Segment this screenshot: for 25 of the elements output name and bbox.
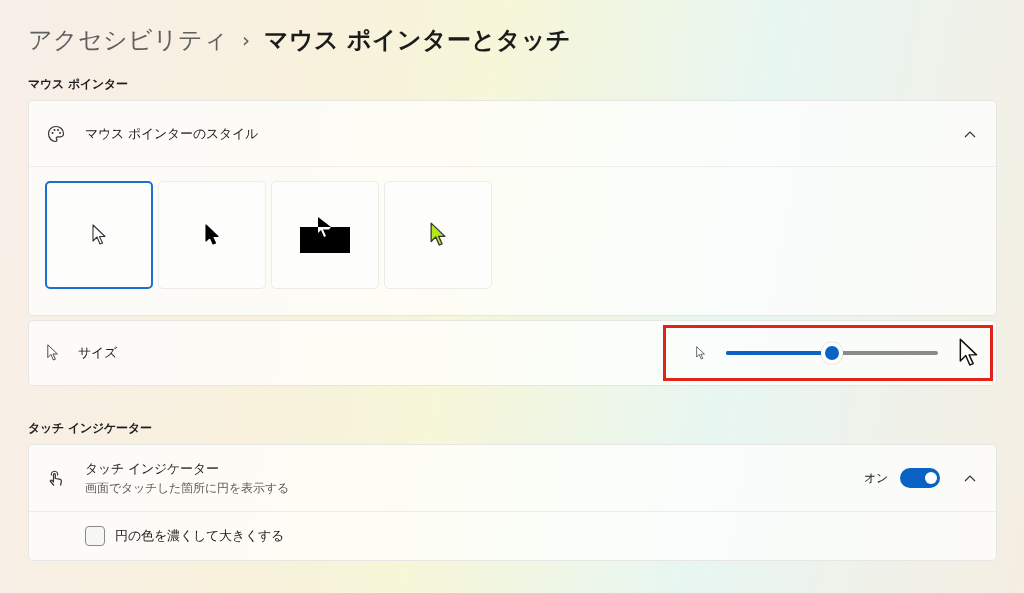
setting-label: マウス ポインターのスタイル: [85, 124, 260, 143]
palette-icon: [47, 124, 65, 143]
chevron-icon[interactable]: [964, 474, 976, 482]
colored-pointer-icon: [429, 222, 447, 248]
slider-thumb[interactable]: [821, 342, 844, 364]
breadcrumb-separator: ›: [242, 28, 250, 52]
outlined-pointer-icon: [92, 224, 106, 246]
toggle-switch[interactable]: [900, 468, 940, 488]
inverted-pointer-icon: [300, 217, 350, 253]
section-title: マウス ポインター: [28, 76, 130, 92]
setting-label: サイズ: [78, 344, 119, 362]
page-title: マウス ポインターとタッチ: [264, 25, 572, 56]
chevron-icon[interactable]: [964, 129, 976, 138]
toggle-state-label: オン: [864, 469, 888, 487]
setting-description: 画面でタッチした箇所に円を表示する: [85, 479, 290, 497]
setting-label: タッチ インジケーター: [85, 459, 221, 478]
solid-pointer-icon: [205, 224, 219, 246]
small-pointer-icon: [696, 345, 706, 361]
breadcrumb-parent[interactable]: アクセシビリティ: [28, 24, 228, 56]
checkbox[interactable]: [85, 526, 105, 546]
large-pointer-icon: [959, 338, 978, 368]
touch-hand-icon: [47, 469, 65, 487]
pointer-icon: [47, 344, 59, 362]
section-title: タッチ インジケーター: [28, 420, 154, 436]
checkbox-label: 円の色を濃くして大きくする: [115, 527, 285, 545]
